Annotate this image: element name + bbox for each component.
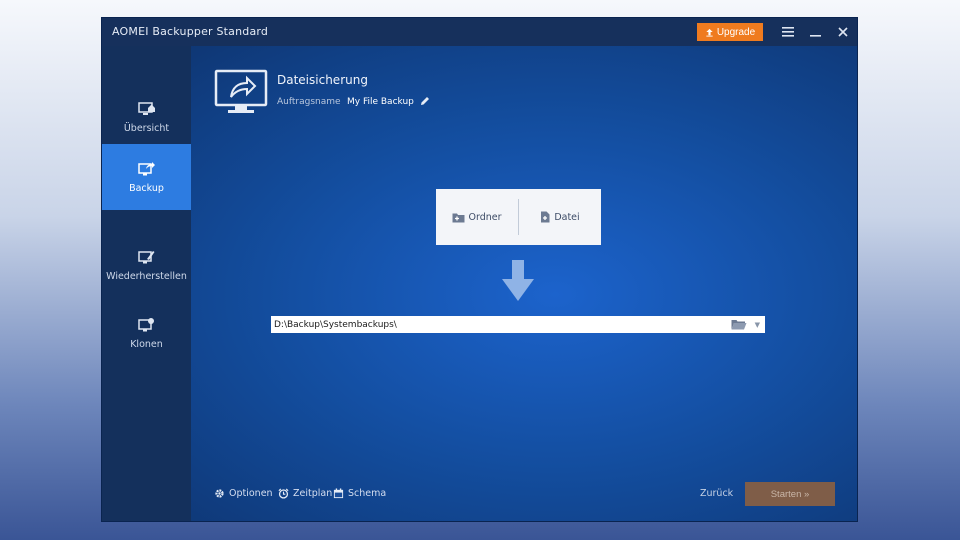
sidebar-item-label: Wiederherstellen: [106, 270, 187, 282]
schedule-label: Zeitplan: [293, 488, 333, 499]
sidebar-item-backup[interactable]: Backup: [102, 144, 191, 210]
menu-button[interactable]: [778, 23, 798, 41]
sidebar-item-clone[interactable]: Klonen: [102, 300, 191, 366]
add-folder-label: Ordner: [468, 211, 502, 223]
upload-icon: [706, 28, 713, 37]
sidebar-item-restore[interactable]: Wiederherstellen: [102, 232, 191, 298]
title-bar: AOMEI Backupper Standard Upgrade: [102, 18, 857, 46]
sidebar-item-label: Übersicht: [123, 122, 170, 134]
minimize-button[interactable]: [805, 23, 825, 41]
add-file-label: Datei: [554, 211, 580, 223]
window-title: AOMEI Backupper Standard: [112, 25, 269, 38]
source-selector: Ordner Datei: [436, 189, 601, 245]
add-file-button[interactable]: Datei: [519, 189, 601, 245]
sidebar-item-label: Klonen: [130, 338, 163, 350]
page-title: Dateisicherung: [277, 73, 368, 87]
pencil-icon[interactable]: [420, 96, 430, 106]
add-file-icon: [541, 211, 550, 223]
arrow-down-icon: [502, 260, 534, 301]
start-button[interactable]: Starten »: [745, 482, 835, 506]
add-folder-button[interactable]: Ordner: [436, 189, 518, 245]
hamburger-icon: [782, 27, 794, 37]
alarm-clock-icon: [278, 488, 289, 499]
schedule-button[interactable]: Zeitplan: [278, 488, 332, 499]
close-button[interactable]: [833, 23, 853, 41]
restore-icon: [137, 250, 154, 263]
scheme-label: Schema: [348, 488, 387, 499]
options-button[interactable]: Optionen: [214, 488, 273, 499]
sidebar: Übersicht Backup Wiederherstellen Klonen: [102, 46, 191, 521]
calendar-icon: [333, 488, 344, 499]
scheme-button[interactable]: Schema: [333, 488, 386, 499]
destination-path-text: D:\Backup\Systembackups\: [274, 319, 397, 330]
close-icon: [838, 27, 848, 37]
back-button[interactable]: Zurück: [700, 488, 733, 499]
destination-path-field[interactable]: D:\Backup\Systembackups\ ▼: [271, 316, 765, 333]
app-window: AOMEI Backupper Standard Upgrade Übersic…: [102, 18, 857, 521]
overview-icon: [137, 101, 155, 115]
browse-folder-button[interactable]: [731, 319, 747, 330]
dropdown-caret-icon[interactable]: ▼: [755, 321, 760, 329]
task-name-value: My File Backup: [347, 97, 414, 107]
add-folder-icon: [452, 213, 465, 222]
sidebar-item-label: Backup: [129, 182, 164, 194]
file-backup-monitor-icon: [214, 69, 268, 113]
sidebar-item-overview[interactable]: Übersicht: [102, 84, 191, 150]
backup-icon: [137, 161, 155, 175]
folder-icon: [731, 320, 747, 330]
minimize-icon: [809, 35, 821, 37]
upgrade-button[interactable]: Upgrade: [697, 23, 763, 41]
clone-icon: [137, 317, 154, 331]
gear-icon: [215, 489, 224, 498]
task-name-label: Auftragsname: [277, 97, 341, 107]
options-label: Optionen: [229, 488, 273, 499]
upgrade-label: Upgrade: [716, 26, 756, 38]
